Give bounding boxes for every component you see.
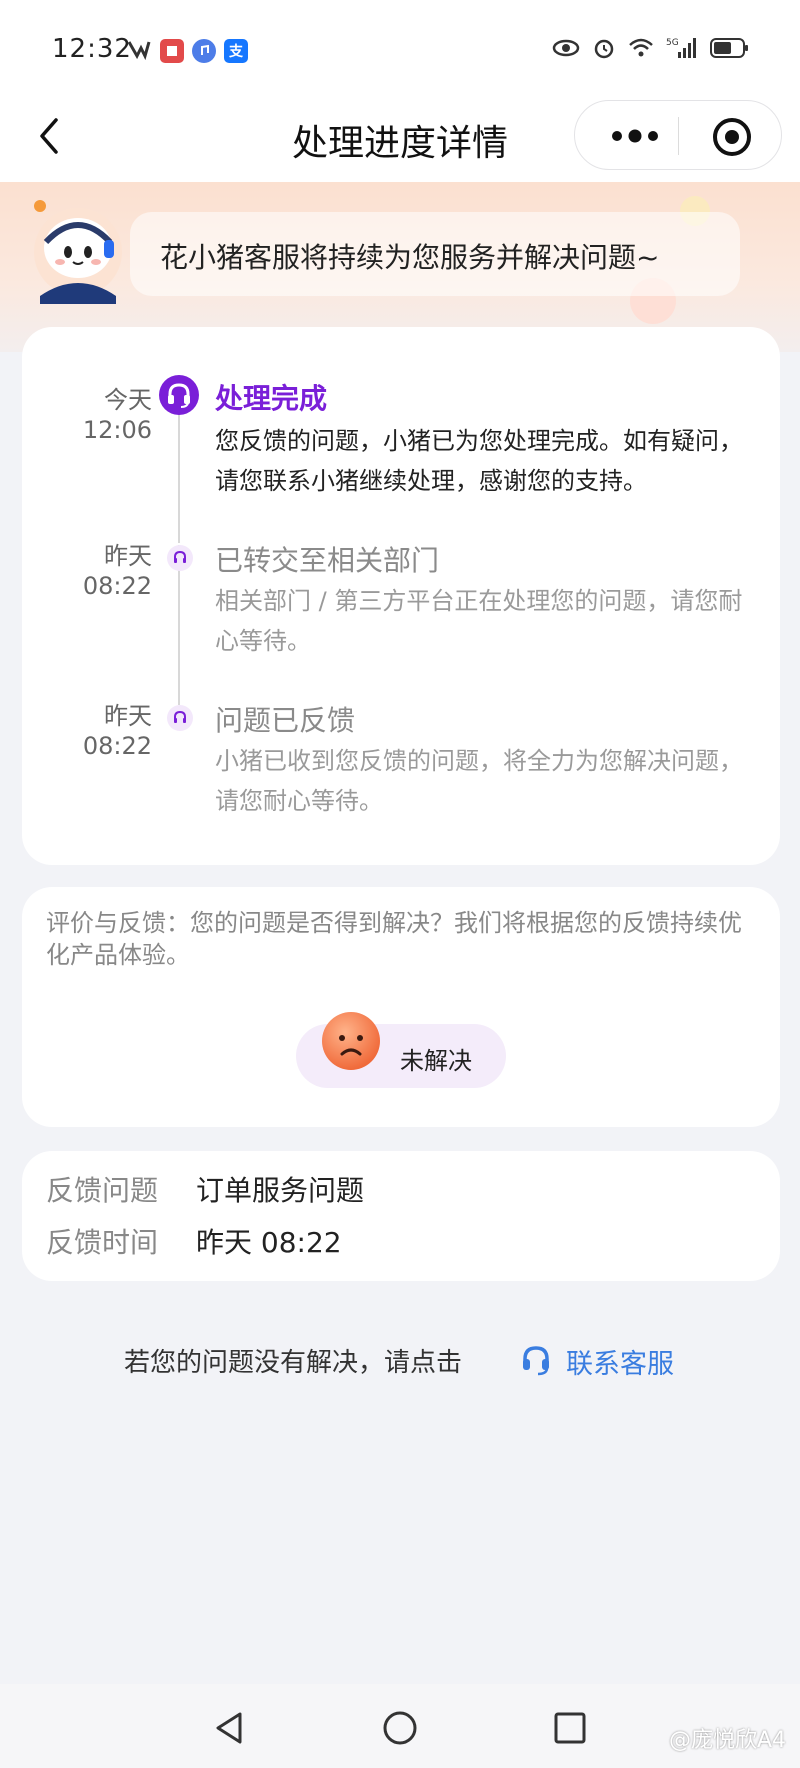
note-app-icon (160, 39, 184, 63)
timeline-date: 昨天 08:22 (52, 701, 152, 761)
timeline-body: 相关部门 / 第三方平台正在处理您的问题，请您耐心等待。 (215, 587, 743, 655)
progress-timeline: 今天 12:06 处理完成 您反馈的问题，小猪已为您处理完成。如有疑问，请您联系… (22, 327, 780, 865)
feedback-prompt: 评价与反馈：您的问题是否得到解决？我们将根据您的反馈持续优化产品体验。 (46, 909, 742, 969)
timeline-title: 已转交至相关部门 (215, 544, 440, 577)
info-key: 反馈问题 (46, 1174, 159, 1207)
battery-icon (710, 37, 750, 63)
timeline-body: 小猪已收到您反馈的问题，将全力为您解决问题，请您耐心等待。 (215, 747, 743, 815)
status-app-icons: 支 (126, 38, 248, 64)
cellular-signal-icon: 5G (666, 36, 698, 64)
timeline-title: 问题已反馈 (215, 704, 356, 737)
timeline-day: 昨天 (104, 542, 152, 570)
alipay-app-icon: 支 (224, 39, 248, 63)
eye-icon (552, 38, 580, 62)
feedback-info-card: 反馈问题 订单服务问题 反馈时间 昨天 08:22 (22, 1151, 780, 1281)
more-dots-icon (612, 129, 658, 143)
status-indicators: 5G (552, 36, 750, 64)
timeline-time: 08:22 (82, 572, 152, 600)
info-value: 昨天 08:22 (196, 1226, 342, 1259)
timeline-time: 12:06 (82, 416, 152, 444)
miniprogram-capsule (574, 100, 782, 170)
info-row: 反馈问题 订单服务问题 (46, 1169, 746, 1209)
feedback-card: 评价与反馈：您的问题是否得到解决？我们将根据您的反馈持续优化产品体验。 未解决 (22, 887, 780, 1127)
capsule-divider (678, 117, 679, 155)
nav-bar: 处理进度详情 (0, 90, 800, 182)
banner-bubble: 花小猪客服将持续为您服务并解决问题~ (130, 212, 740, 296)
nav-home-button[interactable] (380, 1708, 420, 1748)
timeline-date: 昨天 08:22 (52, 541, 152, 601)
circle-home-icon (383, 1711, 417, 1745)
status-bar: 12:32 支 5G (0, 0, 800, 90)
status-time: 12:32 (52, 34, 132, 64)
timeline-date: 今天 12:06 (52, 385, 152, 445)
watermark: @庞悦欣A4 (668, 1728, 786, 1753)
unsolved-label: 未解决 (400, 1047, 472, 1075)
headset-icon (167, 545, 193, 571)
banner-message: 花小猪客服将持续为您服务并解决问题~ (160, 241, 660, 274)
timeline-day: 今天 (104, 386, 152, 414)
nav-back-button[interactable] (210, 1708, 250, 1748)
svg-text:5G: 5G (666, 38, 679, 48)
mascot-avatar (30, 200, 126, 304)
info-key: 反馈时间 (46, 1226, 159, 1259)
close-miniprogram-button[interactable] (710, 115, 754, 159)
timeline-title: 处理完成 (215, 382, 328, 415)
wifi-icon (628, 37, 654, 63)
contact-row: 若您的问题没有解决，请点击 联系客服 (0, 1340, 800, 1382)
timeline-connector (178, 393, 180, 543)
timeline-body: 您反馈的问题，小猪已为您处理完成。如有疑问，请您联系小猪继续处理，感谢您的支持。 (215, 427, 743, 495)
unsolved-button[interactable]: 未解决 (296, 1012, 506, 1088)
info-value: 订单服务问题 (196, 1174, 365, 1207)
headset-icon (159, 375, 199, 415)
nav-recents-button[interactable] (550, 1708, 590, 1748)
timeline-time: 08:22 (82, 732, 152, 760)
headset-icon (167, 705, 193, 731)
triangle-back-icon (216, 1712, 242, 1744)
square-recents-icon (554, 1712, 586, 1744)
music-app-icon (192, 39, 216, 63)
headset-icon[interactable] (518, 1342, 554, 1378)
contact-service-link[interactable]: 联系客服 (566, 1342, 674, 1381)
more-button[interactable] (605, 119, 665, 153)
timeline-day: 昨天 (104, 702, 152, 730)
contact-hint: 若您的问题没有解决，请点击 (124, 1348, 463, 1378)
alarm-icon (592, 36, 616, 64)
target-icon (713, 118, 751, 156)
sad-face-icon (320, 1010, 382, 1072)
info-row: 反馈时间 昨天 08:22 (46, 1221, 746, 1261)
app-a-icon (126, 38, 152, 64)
